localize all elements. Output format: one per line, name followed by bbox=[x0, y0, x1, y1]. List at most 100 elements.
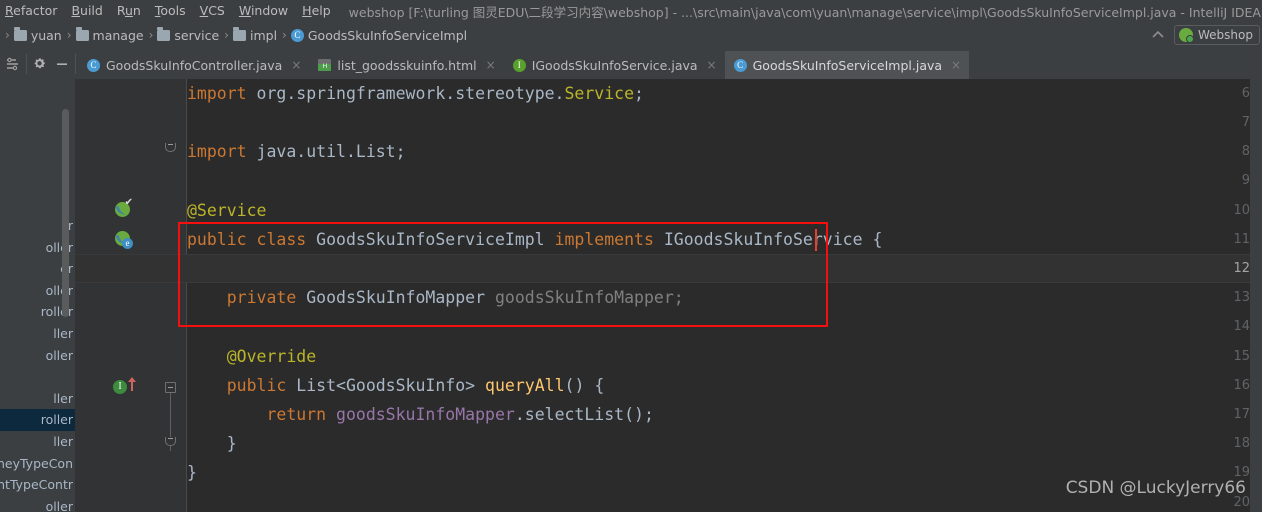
close-icon[interactable]: × bbox=[486, 58, 496, 72]
navigation-bar: › yuan › manage › service › impl › C Goo… bbox=[0, 22, 1262, 48]
menu-help[interactable]: Help bbox=[295, 0, 338, 22]
folder-icon bbox=[13, 27, 27, 41]
menu-run[interactable]: Run bbox=[110, 0, 148, 22]
menu-tools-rest: ools bbox=[160, 3, 186, 18]
menu-vcs-rest: CS bbox=[208, 3, 225, 18]
html-file-icon bbox=[318, 59, 332, 71]
line-number: 8 bbox=[1241, 144, 1250, 159]
list-item-label: oller bbox=[45, 498, 73, 512]
line-number: 16 bbox=[1233, 378, 1250, 393]
breadcrumb-label: yuan bbox=[30, 27, 62, 43]
fold-marker-method-end[interactable] bbox=[165, 437, 176, 446]
window-title: webshop [F:\turling 图灵EDU\二段学习内容\webshop… bbox=[348, 4, 1261, 20]
code-line-18: } bbox=[187, 434, 237, 453]
toolbar-divider-2 bbox=[75, 53, 76, 74]
line-number: 14 bbox=[1233, 319, 1250, 334]
breadcrumb-item-manage[interactable]: › manage bbox=[62, 27, 144, 43]
tool-window-header-icons bbox=[0, 48, 78, 79]
breadcrumb-separator: › bbox=[282, 28, 287, 42]
tab-label: IGoodsSkuInfoService.java bbox=[531, 57, 698, 73]
line-number: 11 bbox=[1233, 232, 1250, 247]
tab-igoodsskuinfoservice[interactable]: I IGoodsSkuInfoService.java × bbox=[504, 51, 725, 79]
code-line-11: public class GoodsSkuInfoServiceImpl imp… bbox=[187, 230, 883, 249]
editor-marker-gutter[interactable] bbox=[1250, 79, 1262, 512]
chevron-up-icon[interactable] bbox=[1150, 27, 1166, 43]
java-class-icon: C bbox=[87, 58, 100, 72]
tab-goodsskuinfoserviceimpl[interactable]: C GoodsSkuInfoServiceImpl.java × bbox=[724, 51, 970, 82]
list-item[interactable]: ntTypeContr bbox=[0, 474, 75, 496]
list-item[interactable]: oneyTypeCon bbox=[0, 453, 75, 475]
breadcrumb-label: service bbox=[174, 27, 220, 43]
tab-list: C GoodsSkuInfoController.java × list_goo… bbox=[78, 48, 970, 82]
tab-label: GoodsSkuInfoController.java bbox=[106, 57, 283, 73]
close-icon[interactable]: × bbox=[951, 58, 961, 72]
minimize-icon[interactable] bbox=[51, 51, 73, 77]
current-line-highlight bbox=[75, 254, 1262, 284]
list-item[interactable]: ller bbox=[0, 431, 75, 453]
breadcrumb-label: GoodsSkuInfoServiceImpl bbox=[307, 27, 468, 43]
implementing-method-icon[interactable]: I bbox=[113, 380, 127, 394]
java-class-icon: C bbox=[290, 28, 304, 42]
menu-window-mnemonic: W bbox=[238, 3, 251, 18]
breadcrumb-item-service[interactable]: › service bbox=[144, 27, 220, 43]
folder-icon bbox=[232, 27, 246, 41]
list-item[interactable]: ller bbox=[0, 323, 75, 345]
project-tool-window[interactable]: r oller er oller roller ller oller ller … bbox=[0, 79, 75, 512]
fold-marker-import[interactable] bbox=[165, 143, 176, 152]
breadcrumb-separator: › bbox=[66, 28, 72, 42]
gear-icon[interactable] bbox=[29, 51, 51, 77]
menu-vcs[interactable]: VCS bbox=[193, 0, 232, 22]
code-line-10: @Service bbox=[187, 201, 267, 220]
fold-marker-method[interactable] bbox=[165, 382, 176, 393]
menu-refactor-rest: efactor bbox=[13, 3, 58, 18]
menu-help-rest: elp bbox=[311, 3, 331, 18]
code-editor[interactable]: 6 7 8 9 10 11 12 13 14 15 16 17 18 19 20… bbox=[75, 79, 1262, 512]
line-number: 18 bbox=[1233, 436, 1250, 451]
editor-tab-bar: C GoodsSkuInfoController.java × list_goo… bbox=[0, 48, 1262, 82]
code-line-16: public List<GoodsSkuInfo> queryAll() { bbox=[187, 376, 605, 395]
menu-run-rest: n bbox=[132, 3, 141, 18]
list-item-label: ller bbox=[53, 433, 73, 449]
select-opened-file-icon[interactable] bbox=[2, 51, 24, 77]
menu-bar: Refactor Build Run Tools VCS Window Help… bbox=[0, 0, 1262, 22]
list-item[interactable]: ller bbox=[0, 388, 75, 410]
run-configuration-label: Webshop bbox=[1198, 28, 1253, 42]
list-item-label: roller bbox=[40, 412, 73, 428]
tab-list-goodsskuinfo-html[interactable]: list_goodsskuinfo.html × bbox=[309, 51, 503, 79]
breadcrumb-item-class[interactable]: › C GoodsSkuInfoServiceImpl bbox=[277, 28, 467, 43]
spring-bean-check-icon[interactable] bbox=[115, 198, 133, 217]
menu-build-rest: uild bbox=[80, 3, 103, 18]
breadcrumb-label: impl bbox=[249, 27, 278, 43]
vertical-scrollbar[interactable] bbox=[62, 109, 69, 317]
menu-refactor[interactable]: Refactor bbox=[0, 0, 64, 22]
menu-tools[interactable]: Tools bbox=[148, 0, 193, 22]
close-icon[interactable]: × bbox=[707, 58, 717, 72]
code-line-17: return goodsSkuInfoMapper.selectList(); bbox=[187, 405, 654, 424]
list-item-label: ller bbox=[53, 390, 73, 406]
breadcrumb-item-impl[interactable]: › impl bbox=[219, 27, 278, 43]
editor-gutter[interactable] bbox=[75, 79, 162, 512]
line-number: 7 bbox=[1241, 115, 1250, 130]
toolbar-divider bbox=[26, 53, 27, 74]
code-line-8: import java.util.List; bbox=[187, 142, 406, 161]
list-item[interactable] bbox=[0, 366, 75, 388]
tab-label: list_goodsskuinfo.html bbox=[337, 57, 477, 73]
breadcrumb-item-yuan[interactable]: › yuan bbox=[0, 27, 62, 43]
spring-bean-e-icon[interactable] bbox=[115, 231, 133, 249]
text-caret bbox=[815, 229, 817, 251]
java-interface-icon: I bbox=[512, 58, 526, 72]
run-configuration-selector[interactable]: Webshop bbox=[1174, 25, 1260, 45]
list-item[interactable]: oller bbox=[0, 345, 75, 367]
breadcrumb-separator: › bbox=[5, 28, 10, 42]
menu-run-mnemonic: u bbox=[124, 3, 133, 18]
java-class-icon: C bbox=[733, 58, 747, 72]
breadcrumb-label: manage bbox=[92, 27, 144, 43]
menu-build[interactable]: Build bbox=[64, 0, 109, 22]
list-item-selected[interactable]: roller bbox=[0, 409, 75, 431]
list-item[interactable]: oller bbox=[0, 496, 75, 512]
code-line-19: } bbox=[187, 463, 197, 482]
close-icon[interactable]: × bbox=[291, 58, 301, 72]
list-item-label: ller bbox=[53, 325, 73, 341]
menu-window[interactable]: Window bbox=[232, 0, 295, 22]
tab-goodsskuinfocontroller[interactable]: C GoodsSkuInfoController.java × bbox=[78, 51, 309, 79]
